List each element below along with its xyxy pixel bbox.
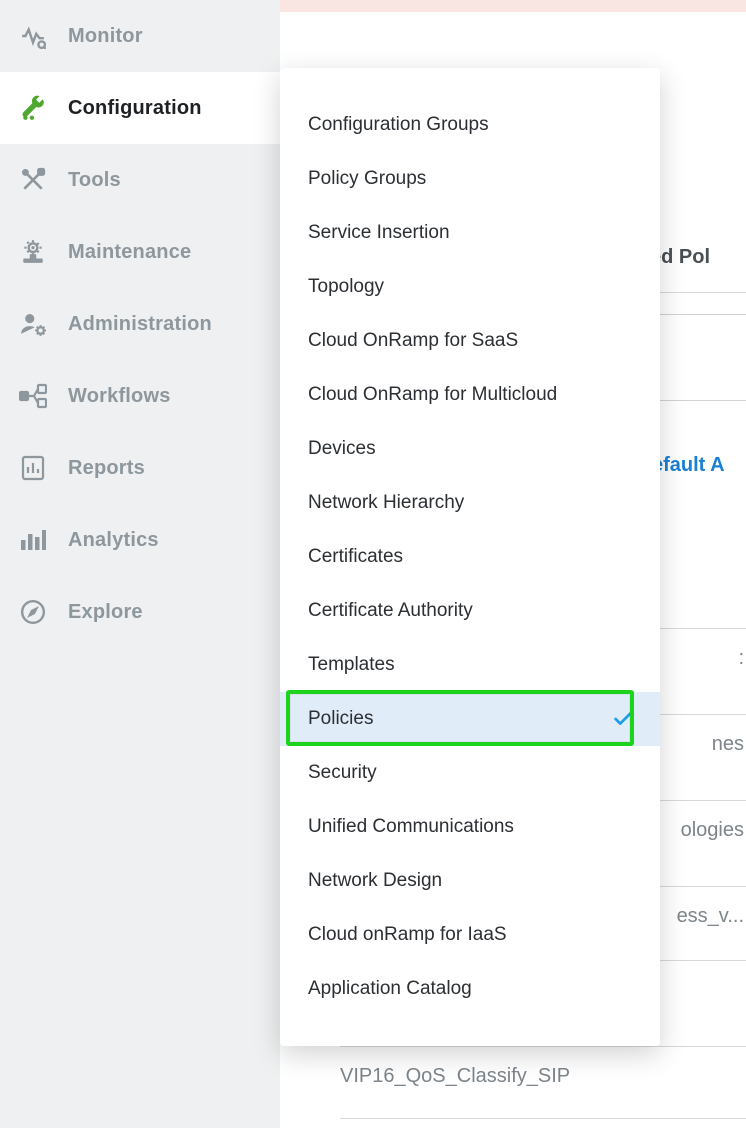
submenu-label: Application Catalog (308, 978, 472, 1000)
nav-item-analytics[interactable]: Analytics (0, 504, 280, 576)
row-text: ologies (681, 819, 744, 842)
submenu-label: Policy Groups (308, 168, 426, 190)
submenu-label: Policies (308, 708, 373, 730)
nav-item-configuration[interactable]: Configuration (0, 72, 280, 144)
workflow-icon (18, 381, 48, 411)
nav-label: Reports (68, 457, 145, 480)
submenu-label: Cloud OnRamp for Multicloud (308, 384, 557, 406)
submenu-item-service-insertion[interactable]: Service Insertion (280, 206, 660, 260)
analytics-icon (18, 525, 48, 555)
configuration-submenu: Configuration Groups Policy Groups Servi… (280, 68, 660, 1046)
submenu-item-policies[interactable]: Policies (280, 692, 660, 746)
submenu-label: Service Insertion (308, 222, 450, 244)
sidebar: Monitor Configuration Tools Maintenance … (0, 0, 280, 1128)
row-text: nes (712, 733, 744, 756)
row-text: VIP16_QoS_Classify_SIP (340, 1065, 570, 1087)
check-icon (612, 708, 634, 730)
nav-label: Tools (68, 169, 121, 192)
monitor-icon (18, 21, 48, 51)
submenu-label: Certificate Authority (308, 600, 473, 622)
submenu-item-configuration-groups[interactable]: Configuration Groups (280, 98, 660, 152)
user-gear-icon (18, 309, 48, 339)
gear-icon (18, 237, 48, 267)
nav-item-monitor[interactable]: Monitor (0, 0, 280, 72)
link-fragment[interactable]: efault A (652, 454, 725, 477)
submenu-item-unified-communications[interactable]: Unified Communications (280, 800, 660, 854)
nav-item-tools[interactable]: Tools (0, 144, 280, 216)
nav-item-administration[interactable]: Administration (0, 288, 280, 360)
submenu-label: Unified Communications (308, 816, 514, 838)
submenu-label: Certificates (308, 546, 403, 568)
submenu-item-cloud-onramp-multicloud[interactable]: Cloud OnRamp for Multicloud (280, 368, 660, 422)
nav-label: Monitor (68, 25, 143, 48)
row-text: : (738, 647, 744, 670)
submenu-label: Templates (308, 654, 395, 676)
submenu-item-network-hierarchy[interactable]: Network Hierarchy (280, 476, 660, 530)
submenu-label: Devices (308, 438, 376, 460)
nav-item-workflows[interactable]: Workflows (0, 360, 280, 432)
submenu-label: Cloud onRamp for IaaS (308, 924, 507, 946)
row-text: ess_v... (677, 905, 744, 928)
nav-item-maintenance[interactable]: Maintenance (0, 216, 280, 288)
submenu-label: Network Hierarchy (308, 492, 464, 514)
submenu-item-policy-groups[interactable]: Policy Groups (280, 152, 660, 206)
nav-label: Analytics (68, 529, 159, 552)
tools-icon (18, 165, 48, 195)
nav-label: Workflows (68, 385, 171, 408)
nav-item-explore[interactable]: Explore (0, 576, 280, 648)
submenu-item-certificate-authority[interactable]: Certificate Authority (280, 584, 660, 638)
nav-label: Configuration (68, 97, 202, 120)
wrench-icon (18, 93, 48, 123)
submenu-item-application-catalog[interactable]: Application Catalog (280, 962, 660, 1016)
submenu-item-cloud-onramp-saas[interactable]: Cloud OnRamp for SaaS (280, 314, 660, 368)
submenu-label: Network Design (308, 870, 442, 892)
submenu-label: Configuration Groups (308, 114, 489, 136)
submenu-label: Cloud OnRamp for SaaS (308, 330, 518, 352)
list-row[interactable]: VIP16_QoS_Classify_SIP (340, 1046, 746, 1088)
submenu-item-devices[interactable]: Devices (280, 422, 660, 476)
submenu-label: Topology (308, 276, 384, 298)
submenu-item-network-design[interactable]: Network Design (280, 854, 660, 908)
submenu-item-security[interactable]: Security (280, 746, 660, 800)
nav-label: Administration (68, 313, 212, 336)
submenu-item-cloud-onramp-iaas[interactable]: Cloud onRamp for IaaS (280, 908, 660, 962)
nav-item-reports[interactable]: Reports (0, 432, 280, 504)
divider (340, 1118, 746, 1119)
nav-label: Maintenance (68, 241, 191, 264)
submenu-item-templates[interactable]: Templates (280, 638, 660, 692)
report-icon (18, 453, 48, 483)
nav-label: Explore (68, 601, 143, 624)
submenu-label: Security (308, 762, 377, 784)
notification-bar (280, 0, 746, 12)
submenu-item-topology[interactable]: Topology (280, 260, 660, 314)
compass-icon (18, 597, 48, 627)
submenu-item-certificates[interactable]: Certificates (280, 530, 660, 584)
